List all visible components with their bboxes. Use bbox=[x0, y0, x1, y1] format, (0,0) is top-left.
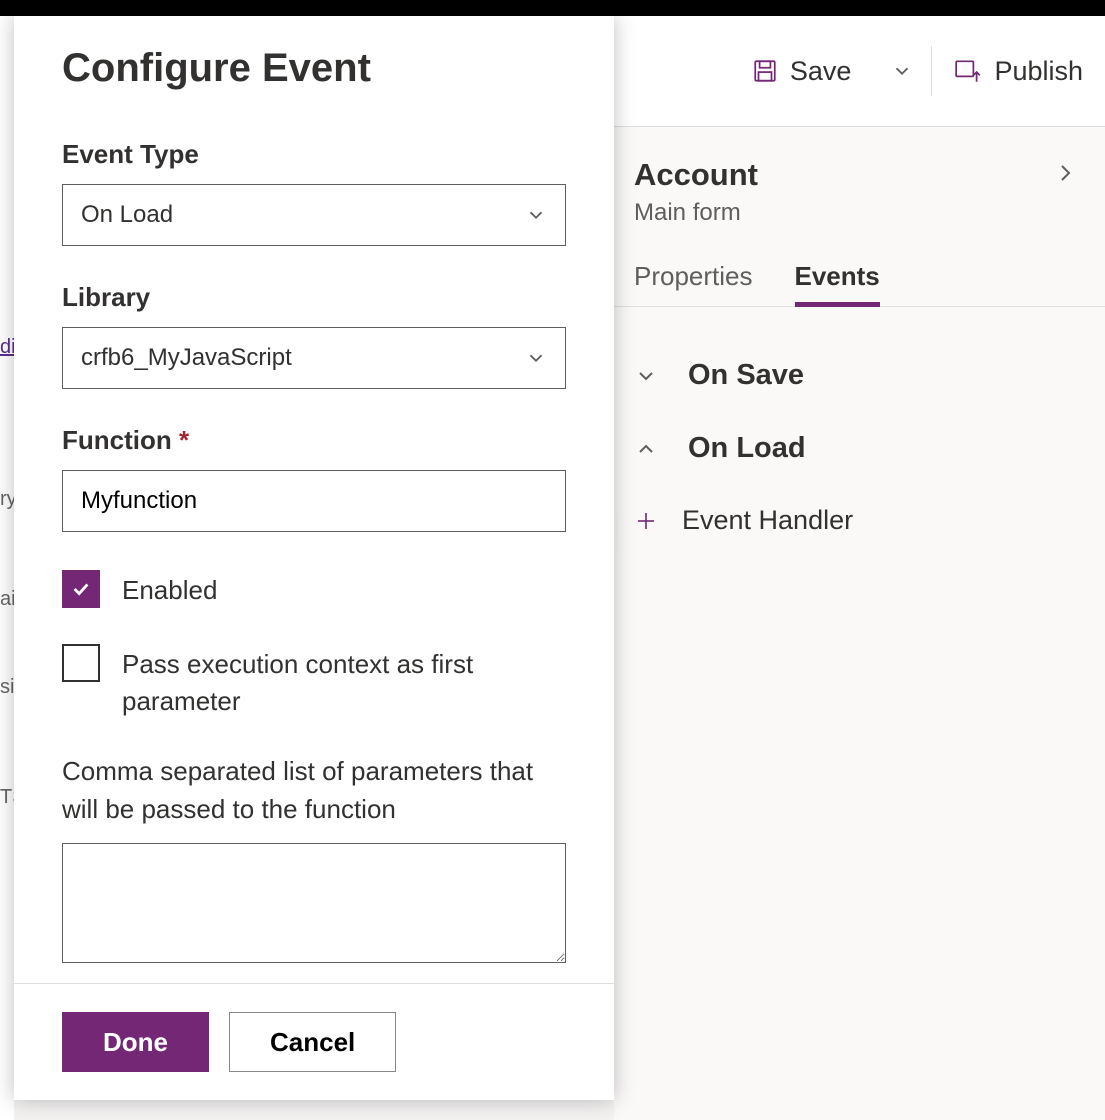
params-label: Comma separated list of parameters that … bbox=[62, 753, 566, 828]
section-on-save[interactable]: On Save bbox=[628, 339, 1105, 412]
gutter-link[interactable]: di bbox=[0, 336, 14, 359]
event-type-select[interactable]: On Load bbox=[62, 184, 566, 246]
configure-event-modal: Configure Event Event Type On Load Libra… bbox=[14, 16, 614, 1100]
params-textarea[interactable] bbox=[62, 843, 566, 963]
enabled-checkbox[interactable] bbox=[62, 570, 100, 608]
tab-events[interactable]: Events bbox=[795, 261, 880, 307]
section-on-load[interactable]: On Load bbox=[628, 412, 1105, 485]
cancel-button[interactable]: Cancel bbox=[229, 1012, 396, 1072]
modal-footer: Done Cancel bbox=[14, 983, 614, 1100]
save-dropdown[interactable] bbox=[873, 41, 931, 101]
chevron-up-icon bbox=[634, 437, 660, 461]
publish-button[interactable]: Publish bbox=[932, 41, 1105, 101]
app-topbar bbox=[0, 0, 1105, 16]
done-button[interactable]: Done bbox=[62, 1012, 209, 1072]
section-label: On Save bbox=[688, 359, 804, 392]
tab-properties[interactable]: Properties bbox=[634, 261, 753, 306]
chevron-down-icon bbox=[891, 60, 913, 82]
pass-context-checkbox[interactable] bbox=[62, 644, 100, 682]
pass-context-checkbox-row: Pass execution context as first paramete… bbox=[62, 642, 566, 719]
chevron-right-icon[interactable] bbox=[1053, 157, 1077, 189]
chevron-down-icon bbox=[634, 364, 660, 388]
enabled-label: Enabled bbox=[122, 568, 217, 608]
event-type-value: On Load bbox=[81, 201, 173, 229]
publish-label: Publish bbox=[994, 56, 1083, 87]
chevron-down-icon bbox=[525, 204, 547, 226]
events-section-list: On Save On Load Event Handler bbox=[614, 307, 1105, 536]
save-label: Save bbox=[790, 56, 852, 87]
event-type-label: Event Type bbox=[62, 139, 566, 170]
publish-icon bbox=[954, 58, 982, 84]
library-value: crfb6_MyJavaScript bbox=[81, 344, 292, 372]
gutter-text: ai bbox=[0, 588, 14, 611]
enabled-checkbox-row: Enabled bbox=[62, 568, 566, 608]
function-label: Function * bbox=[62, 425, 566, 456]
save-button[interactable]: Save bbox=[730, 41, 874, 101]
gutter-text: TS bbox=[0, 786, 14, 809]
gutter-text: ry bbox=[0, 488, 14, 511]
function-input-wrap bbox=[62, 470, 566, 532]
library-select[interactable]: crfb6_MyJavaScript bbox=[62, 327, 566, 389]
function-input[interactable] bbox=[81, 487, 547, 515]
library-label: Library bbox=[62, 282, 566, 313]
chevron-down-icon bbox=[525, 347, 547, 369]
add-event-handler[interactable]: Event Handler bbox=[628, 485, 1105, 536]
side-panel: Account Main form Properties Events On S… bbox=[614, 126, 1105, 1120]
save-icon bbox=[752, 58, 778, 84]
pass-context-label: Pass execution context as first paramete… bbox=[122, 642, 566, 719]
add-handler-label: Event Handler bbox=[682, 505, 853, 536]
section-label: On Load bbox=[688, 432, 806, 465]
panel-subtitle: Main form bbox=[634, 199, 758, 227]
required-asterisk: * bbox=[179, 425, 189, 455]
gutter-text: sir bbox=[0, 676, 14, 699]
left-gutter: di ry ai sir TS bbox=[0, 126, 14, 1120]
modal-title: Configure Event bbox=[62, 46, 566, 91]
plus-icon bbox=[634, 509, 660, 533]
tab-row: Properties Events bbox=[614, 227, 1105, 307]
panel-title: Account bbox=[634, 157, 758, 193]
